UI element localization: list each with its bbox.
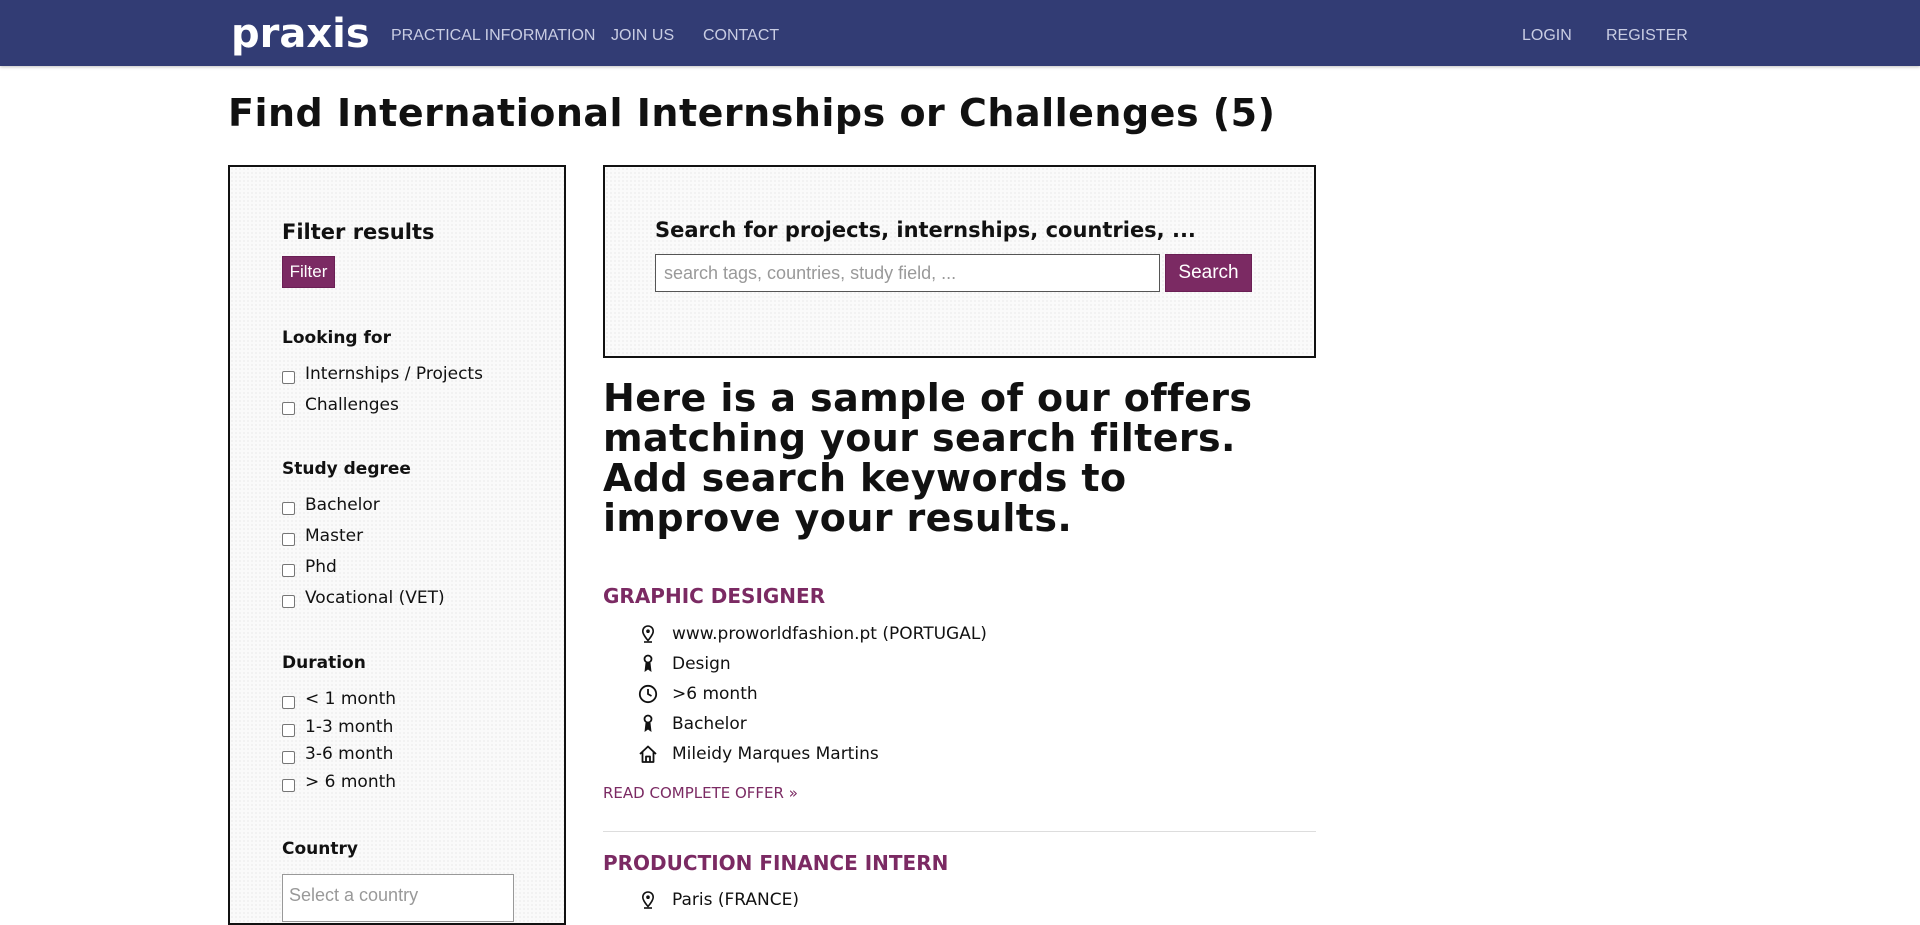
study-field-icon [638, 654, 658, 674]
offer-detail-company: Mileidy Marques Martins [638, 741, 879, 767]
checkbox-duration-3-6[interactable]: 3-6 month [282, 743, 393, 765]
location-pin-icon [638, 624, 658, 644]
offer-title[interactable]: PRODUCTION FINANCE INTERN [603, 850, 948, 876]
checkbox-label: < 1 month [305, 689, 397, 709]
offer-detail-degree: Bachelor [638, 711, 747, 737]
checkbox-challenges[interactable]: Challenges [282, 394, 399, 416]
checkbox-bachelor[interactable]: Bachelor [282, 494, 380, 516]
offer-title[interactable]: GRAPHIC DESIGNER [603, 583, 825, 609]
checkbox-phd[interactable]: Phd [282, 556, 337, 578]
checkbox-label: Bachelor [305, 495, 380, 515]
praxis-logo[interactable]: praxis [231, 12, 370, 56]
checkbox-duration-gt-6[interactable]: > 6 month [282, 771, 396, 793]
checkbox-duration-1-3[interactable]: 1-3 month [282, 716, 393, 738]
checkbox-internships-projects[interactable]: Internships / Projects [282, 363, 483, 385]
offer-divider [603, 831, 1316, 832]
offer-detail-location: Paris (FRANCE) [638, 887, 799, 913]
checkbox-label: Master [305, 526, 364, 546]
offer-detail-field: Design [638, 651, 731, 677]
checkbox[interactable] [282, 594, 295, 608]
read-offer-link[interactable]: READ COMPLETE OFFER » [603, 783, 798, 803]
offer-company: Mileidy Marques Martins [672, 744, 879, 764]
checkbox[interactable] [282, 563, 295, 577]
offer-detail-location: www.proworldfashion.pt (PORTUGAL) [638, 621, 987, 647]
checkbox-label: Vocational (VET) [305, 588, 445, 608]
country-select[interactable]: Select a country [282, 874, 514, 922]
nav-practical-information[interactable]: PRACTICAL INFORMATION [391, 26, 595, 46]
offer-location: www.proworldfashion.pt (PORTUGAL) [672, 624, 987, 644]
checkbox-label: 3-6 month [305, 744, 394, 764]
country-title: Country [282, 839, 358, 859]
search-panel: Search for projects, internships, countr… [603, 165, 1316, 358]
top-navbar: praxis PRACTICAL INFORMATION JOIN US CON… [0, 0, 1920, 66]
checkbox-label: > 6 month [305, 772, 397, 792]
page-title: Find International Internships or Challe… [228, 91, 1276, 135]
nav-join-us[interactable]: JOIN US [611, 26, 674, 46]
home-icon [638, 744, 658, 764]
checkbox-label: Challenges [305, 395, 399, 415]
search-button[interactable]: Search [1165, 254, 1252, 292]
checkbox[interactable] [282, 370, 295, 384]
checkbox-label: Phd [305, 557, 337, 577]
checkbox[interactable] [282, 723, 295, 737]
degree-icon [638, 714, 658, 734]
checkbox[interactable] [282, 532, 295, 546]
looking-for-title: Looking for [282, 328, 391, 348]
checkbox-duration-lt-1[interactable]: < 1 month [282, 688, 396, 710]
filter-panel: Filter results Filter Looking for Intern… [228, 165, 566, 925]
filter-heading: Filter results [282, 220, 435, 244]
checkbox-label: 1-3 month [305, 717, 394, 737]
nav-register[interactable]: REGISTER [1606, 26, 1688, 46]
nav-login[interactable]: LOGIN [1522, 26, 1572, 46]
search-heading: Search for projects, internships, countr… [655, 218, 1196, 242]
checkbox-label: Internships / Projects [305, 364, 483, 384]
checkbox[interactable] [282, 750, 295, 764]
checkbox[interactable] [282, 695, 295, 709]
offer-duration: >6 month [672, 684, 758, 704]
offer-field: Design [672, 654, 731, 674]
checkbox[interactable] [282, 501, 295, 515]
checkbox-master[interactable]: Master [282, 525, 363, 547]
checkbox[interactable] [282, 778, 295, 792]
location-pin-icon [638, 890, 658, 910]
duration-title: Duration [282, 653, 366, 673]
results-intro: Here is a sample of our offers matching … [603, 376, 1253, 540]
clock-icon [638, 684, 658, 704]
offer-detail-duration: >6 month [638, 681, 758, 707]
offer-location: Paris (FRANCE) [672, 890, 800, 910]
checkbox-vocational[interactable]: Vocational (VET) [282, 587, 445, 609]
search-input[interactable]: search tags, countries, study field, ... [655, 254, 1160, 292]
filter-button[interactable]: Filter [282, 256, 335, 288]
offer-degree: Bachelor [672, 714, 747, 734]
study-degree-title: Study degree [282, 459, 411, 479]
nav-contact[interactable]: CONTACT [703, 26, 779, 46]
checkbox[interactable] [282, 401, 295, 415]
